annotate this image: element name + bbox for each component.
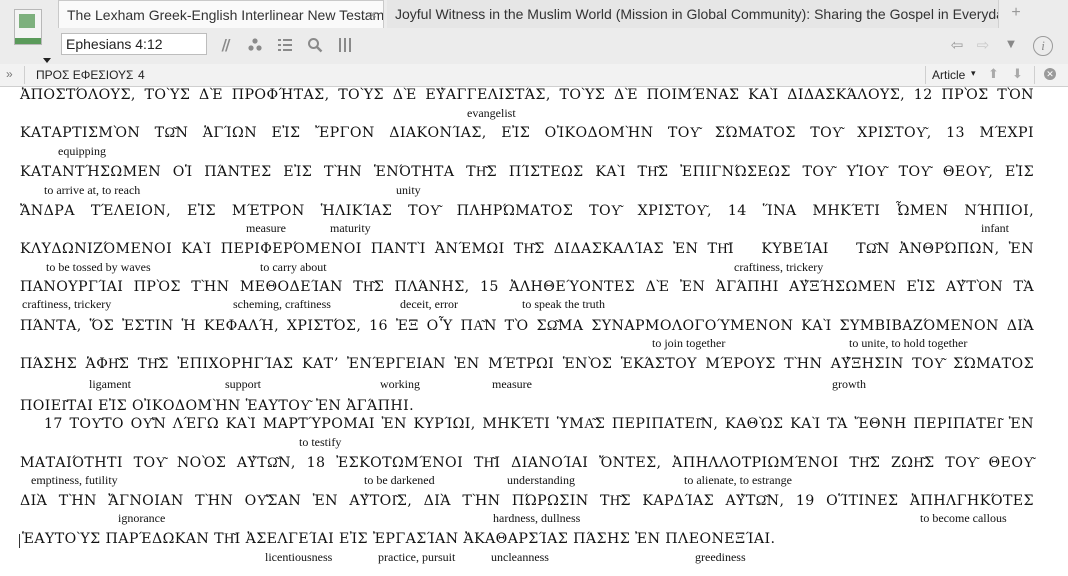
gloss: to arrive at, to reach: [44, 183, 141, 197]
greek-line: καταντήσωμεν οἱ πάντες εἰς τὴν ἑνότητα τ…: [20, 164, 1034, 180]
arrow-up-icon[interactable]: ⬆: [988, 66, 999, 82]
gloss: licentiousness: [265, 550, 333, 564]
gloss: craftiness, trickery: [734, 260, 824, 274]
gloss: ligament: [89, 377, 131, 391]
greek-line: διὰ τὴν ἄγνοιαν τὴν οὖσαν ἐν αὐτοῖς, διὰ…: [20, 493, 1034, 509]
book-cover-icon: [14, 9, 42, 45]
gloss: to unite, to hold together: [849, 336, 968, 350]
gloss: to carry about: [260, 260, 327, 274]
gloss: understanding: [507, 473, 575, 487]
greek-line: ποιεῖται εἰς οἰκοδομὴν ἑαυτοῦ ἐν ἀγάπῃ.: [20, 398, 415, 414]
gloss: to speak the truth: [522, 297, 605, 311]
app-toolbar: The Lexham Greek-English Interlinear New…: [0, 0, 1068, 65]
gloss: craftiness, trickery: [22, 297, 112, 311]
tab-joyful-witness[interactable]: Joyful Witness in the Muslim World (Miss…: [387, 0, 999, 28]
text-cursor: [19, 534, 20, 548]
greek-line: ματαιότητι τοῦ νοὸς αὐτῶν, 18 ἐσκοτωμένο…: [20, 455, 1034, 471]
gloss: emptiness, futility: [31, 473, 118, 487]
close-icon[interactable]: ✕: [1044, 68, 1056, 80]
text-layout-icon[interactable]: [274, 34, 296, 56]
greek-line: καταρτισμὸν τῶν ἁγίων εἰς ἔργον διακονία…: [20, 125, 1034, 141]
gloss: to become callous: [920, 511, 1007, 525]
greek-line: ἄνδρα τέλειον, εἰς μέτρον ἡλικίας τοῦ πλ…: [20, 203, 1034, 219]
gloss: to testify: [299, 435, 342, 449]
chevron-down-icon[interactable]: [43, 58, 51, 63]
greek-line: κλυδωνιζόμενοι καὶ περιφερόμενοι παντὶ ἀ…: [20, 241, 1034, 257]
reference-input[interactable]: [61, 33, 207, 55]
gloss: evangelist: [467, 106, 516, 120]
info-icon[interactable]: i: [1033, 36, 1053, 56]
breadcrumb-book[interactable]: ΠΡΟΣ ΕΦΕΣΙΟΥΣ: [36, 68, 133, 82]
gloss: infant: [981, 221, 1009, 235]
greek-line: πανουργίᾳ πρὸς τὴν μεθοδείαν τῆς πλάνης,…: [20, 279, 1034, 295]
gloss: ignorance: [118, 511, 166, 525]
gloss: maturity: [330, 221, 371, 235]
gloss: working: [380, 377, 420, 391]
gloss: greediness: [695, 550, 746, 564]
breadcrumb-separator: ›: [128, 67, 132, 81]
resource-cover-icon[interactable]: [8, 5, 51, 63]
text-layout-glyph: [278, 39, 292, 51]
gloss: measure: [492, 377, 532, 391]
columns-glyph: [339, 38, 351, 52]
tab-label: The Lexham Greek-English Interlinear New…: [67, 7, 384, 23]
new-tab-button[interactable]: +: [1006, 3, 1026, 23]
gloss: unity: [396, 183, 421, 197]
arrow-down-icon[interactable]: ⬇: [1012, 66, 1023, 82]
gloss: to join together: [652, 336, 726, 350]
tab-lexham-interlinear[interactable]: The Lexham Greek-English Interlinear New…: [58, 0, 384, 28]
gloss: practice, pursuit: [378, 550, 456, 564]
gloss: to be tossed by waves: [46, 260, 151, 274]
gloss: to alienate, to estrange: [684, 473, 792, 487]
divider: [1034, 66, 1035, 84]
search-icon[interactable]: [304, 34, 326, 56]
close-icon[interactable]: ×: [369, 1, 377, 28]
gloss: scheming, craftiness: [233, 297, 331, 311]
gloss: hardness, dullness: [493, 511, 581, 525]
gloss: to be darkened: [364, 473, 435, 487]
gloss: equipping: [58, 144, 106, 158]
divider: [925, 66, 926, 84]
chevron-down-icon[interactable]: ▾: [971, 68, 976, 79]
sidebar-toggle-button[interactable]: »: [6, 67, 13, 81]
view-mode-dropdown[interactable]: Article: [932, 68, 965, 82]
history-dropdown-icon[interactable]: ▼: [1000, 34, 1022, 56]
greek-line: ἀποστόλους, τοὺς δὲ προφήτας, τοὺς δὲ εὐ…: [20, 87, 1034, 103]
columns-icon[interactable]: [334, 34, 356, 56]
parallel-icon[interactable]: //: [214, 34, 236, 56]
greek-line: πάσης ἁφῆς τῆς ἐπιχορηγίας κατʼ ἐνέργεια…: [20, 356, 1034, 372]
visual-filter-glyph: [248, 38, 262, 51]
forward-arrow-icon[interactable]: ⇨: [972, 34, 994, 56]
gloss: growth: [832, 377, 866, 391]
visual-filter-icon[interactable]: [244, 34, 266, 56]
tab-label: Joyful Witness in the Muslim World (Miss…: [395, 6, 998, 22]
breadcrumb: » ΠΡΟΣ ΕΦΕΣΙΟΥΣ › 4 Article ▾ ⬆ ⬇ ✕: [0, 64, 1068, 87]
greek-line: ἑαυτοὺς παρέδωκαν τῇ ἀσελγείᾳ εἰς ἐργασί…: [22, 531, 776, 547]
gloss: deceit, error: [400, 297, 458, 311]
divider: [24, 66, 25, 84]
gloss: measure: [246, 221, 286, 235]
greek-line: πάντα, ὅς ἐστιν ἡ κεφαλή, Χριστός, 16 ἐξ…: [20, 318, 1034, 334]
gloss: support: [225, 377, 261, 391]
search-glyph: [308, 38, 323, 53]
breadcrumb-chapter[interactable]: 4: [138, 68, 145, 82]
interlinear-text-panel[interactable]: ἀποστόλους, τοὺς δὲ προφήτας, τοὺς δὲ εὐ…: [0, 87, 1068, 576]
gloss: uncleanness: [491, 550, 549, 564]
back-arrow-icon[interactable]: ⇦: [946, 34, 968, 56]
greek-line: 17 τοῦτο οὖν λέγω καὶ μαρτύρομαι ἐν κυρί…: [44, 416, 1034, 432]
